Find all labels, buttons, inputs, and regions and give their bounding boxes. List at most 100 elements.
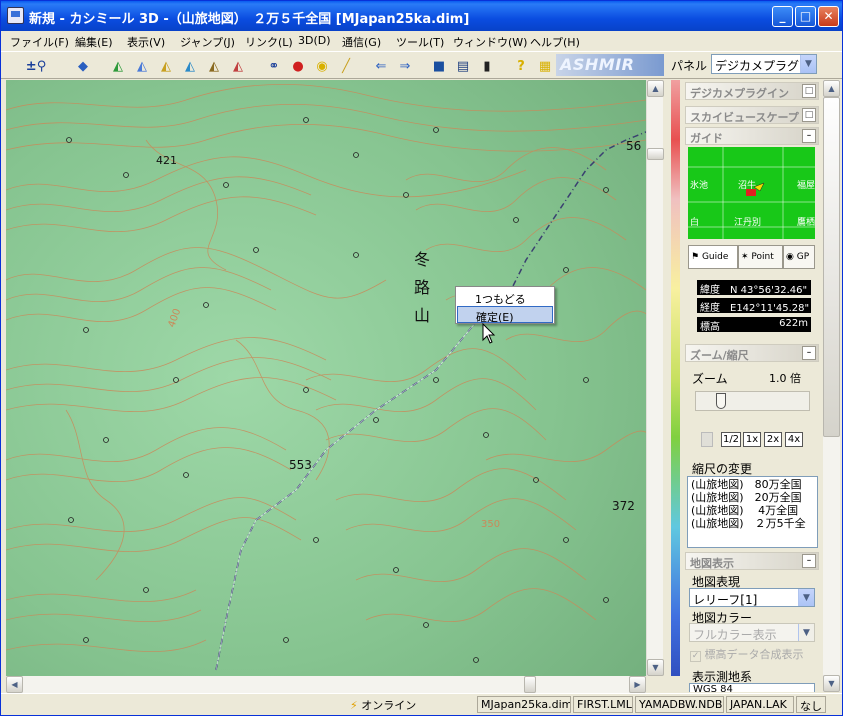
menu-comm[interactable]: 通信(G) (342, 34, 381, 50)
scroll-up-icon[interactable]: ▲ (647, 80, 664, 97)
tab-guide[interactable]: ⚑ Guide (688, 245, 738, 269)
binoculars-icon[interactable]: ⚭ (264, 57, 284, 75)
zoom-2x-button[interactable]: 2x (764, 432, 782, 447)
scroll-down-icon[interactable]: ▼ (823, 675, 840, 692)
tab-point[interactable]: ✶ Point (738, 245, 783, 269)
panel-header-mapview[interactable]: 地図表示 – (685, 552, 819, 570)
panel-header-digicam[interactable]: デジカメプラグイン □ (685, 82, 819, 100)
map-icon[interactable]: ▦ (535, 57, 555, 75)
scroll-thumb[interactable] (647, 148, 664, 160)
minimize-button[interactable]: _ (772, 6, 793, 27)
side-scroll-thumb[interactable] (823, 97, 840, 437)
panel-select[interactable]: デジカメプラグイ ▼ (711, 54, 817, 74)
checkbox-icon[interactable]: ✓ (690, 651, 701, 662)
device-icon[interactable]: ▮ (477, 57, 497, 75)
camera-icon[interactable]: ■ (429, 57, 449, 75)
menu-window[interactable]: ウィンドウ(W) (453, 34, 527, 50)
arrow-left-icon[interactable]: ⇐ (371, 57, 391, 75)
help-icon[interactable]: ? (511, 57, 531, 75)
map-label-421: 421 (156, 154, 177, 167)
map-view[interactable]: 421 56 553 372 350 400 冬 路 山 (6, 80, 663, 676)
panel-header-guide[interactable]: ガイド – (685, 127, 819, 145)
terrain-5-icon[interactable]: ◭ (204, 57, 224, 75)
scroll-down-icon[interactable]: ▼ (647, 659, 664, 676)
scale-list[interactable]: (山旅地図) 80万全国 (山旅地図) 20万全国 (山旅地図) 4万全国 (山… (687, 476, 818, 548)
zoom-4x-button[interactable]: 4x (785, 432, 803, 447)
context-undo-item[interactable]: 1つもどる(U) (457, 289, 553, 320)
terrain-1-icon[interactable]: ◭ (108, 57, 128, 75)
expand-icon[interactable]: □ (802, 108, 816, 122)
map-render-select[interactable]: レリーフ[1] ▼ (689, 588, 815, 607)
online-status: ⚡ オンライン (347, 696, 474, 713)
datum-select[interactable]: WGS 84 (689, 683, 815, 692)
guide-minimap[interactable]: 氷池 沼牛 福屋 白 江丹別 鷹栖 (688, 147, 815, 239)
scale-item[interactable]: (山旅地図) 80万全国 (691, 478, 814, 491)
guide-label: 沼牛 (738, 181, 757, 191)
menu-view[interactable]: 表示(V) (127, 34, 165, 50)
menu-edit[interactable]: 編集(E) (75, 34, 113, 50)
menu-bar: ファイル(F) 編集(E) 表示(V) ジャンプ(J) リンク(L) 3D(D)… (1, 31, 842, 51)
map-color-select[interactable]: フルカラー表示 ▼ (689, 623, 815, 642)
terrain-3-icon[interactable]: ◭ (156, 57, 176, 75)
panel-header-zoom[interactable]: ズーム/縮尺 – (685, 344, 819, 362)
panel-header-mapview-label: 地図表示 (690, 557, 734, 570)
app-icon[interactable] (7, 7, 24, 24)
ruler-icon[interactable]: ╱ (336, 57, 356, 75)
film-icon[interactable]: ▤ (453, 57, 473, 75)
scroll-up-icon[interactable]: ▲ (823, 80, 840, 97)
context-confirm-item[interactable]: 確定(E) (457, 306, 553, 324)
side-panel: デジカメプラグイン □ スカイビュースケープ □ ガイド – 氷池 沼牛 福屋 (683, 80, 821, 692)
menu-tools[interactable]: ツール(T) (396, 34, 444, 50)
scale-item[interactable]: (山旅地図) 4万全国 (691, 504, 814, 517)
maximize-button[interactable]: □ (795, 6, 816, 27)
guide-label: 鷹栖 (797, 218, 815, 228)
zoom-1x-button[interactable]: 1x (743, 432, 761, 447)
menu-file[interactable]: ファイル(F) (10, 34, 69, 50)
menu-link[interactable]: リンク(L) (245, 34, 293, 50)
scroll-right-icon[interactable]: ▶ (629, 676, 646, 693)
zoom-slider-thumb[interactable] (716, 393, 726, 409)
points-icon[interactable]: ● (288, 57, 308, 75)
terrain-2-icon[interactable]: ◭ (132, 57, 152, 75)
menu-jump[interactable]: ジャンプ(J) (180, 34, 235, 50)
chevron-down-icon[interactable]: ▼ (798, 624, 814, 641)
panel-header-skyview[interactable]: スカイビュースケープ □ (685, 106, 819, 124)
side-panel-scrollbar[interactable]: ▲ ▼ (823, 80, 840, 692)
scroll-left-icon[interactable]: ◀ (6, 676, 23, 693)
chevron-down-icon[interactable]: ▼ (798, 589, 814, 606)
menu-3d[interactable]: 3D(D) (298, 34, 331, 47)
panel-label: パネル (671, 59, 708, 73)
panel-header-zoom-label: ズーム/縮尺 (690, 349, 749, 362)
map-horizontal-scrollbar[interactable]: ◀ ▶ (6, 676, 646, 693)
scale-item-selected[interactable]: (山旅地図) ２万5千全 (691, 517, 814, 530)
zoom-half-button[interactable]: 1/2 (721, 432, 741, 447)
map-label-56: 56 (626, 139, 641, 153)
latitude-readout: 緯度 N 43°56'32.46" (697, 280, 811, 296)
collapse-icon[interactable]: – (802, 346, 816, 360)
hscroll-thumb[interactable] (524, 676, 536, 693)
terrain-4-icon[interactable]: ◭ (180, 57, 200, 75)
status-none: なし (796, 696, 826, 713)
zoom-slider[interactable] (695, 391, 810, 411)
terrain-6-icon[interactable]: ◭ (228, 57, 248, 75)
close-button[interactable]: ✕ (818, 6, 839, 27)
arrow-right-icon[interactable]: ⇒ (395, 57, 415, 75)
tab-gps[interactable]: ◉ GP (783, 245, 815, 269)
topo-map[interactable]: 421 56 553 372 350 400 冬 路 山 (6, 80, 663, 676)
chevron-down-icon[interactable]: ▼ (800, 55, 816, 73)
title-bar[interactable]: 新規 - カシミール 3D -（山旅地図） ２万５千全国 [MJapan25ka… (1, 1, 842, 31)
balloon-icon[interactable]: ◉ (312, 57, 332, 75)
expand-icon[interactable]: □ (802, 84, 816, 98)
app-window: 新規 - カシミール 3D -（山旅地図） ２万５千全国 [MJapan25ka… (0, 0, 843, 716)
longitude-label: 経度 (700, 303, 720, 314)
layer-icon[interactable]: ◆ (73, 57, 93, 75)
collapse-icon[interactable]: – (802, 129, 816, 143)
scale-item[interactable]: (山旅地図) 20万全国 (691, 491, 814, 504)
lightning-icon: ⚡ (350, 699, 358, 712)
elevation-merge-checkbox[interactable]: ✓ 標高データ合成表示 (690, 646, 804, 662)
collapse-icon[interactable]: – (802, 554, 816, 568)
map-vertical-scrollbar[interactable]: ▲ ▼ (646, 80, 664, 676)
map-label-yama: 山 (414, 306, 430, 325)
zoom-search-icon[interactable]: ±⚲ (26, 57, 46, 75)
menu-help[interactable]: ヘルプ(H) (530, 34, 580, 50)
